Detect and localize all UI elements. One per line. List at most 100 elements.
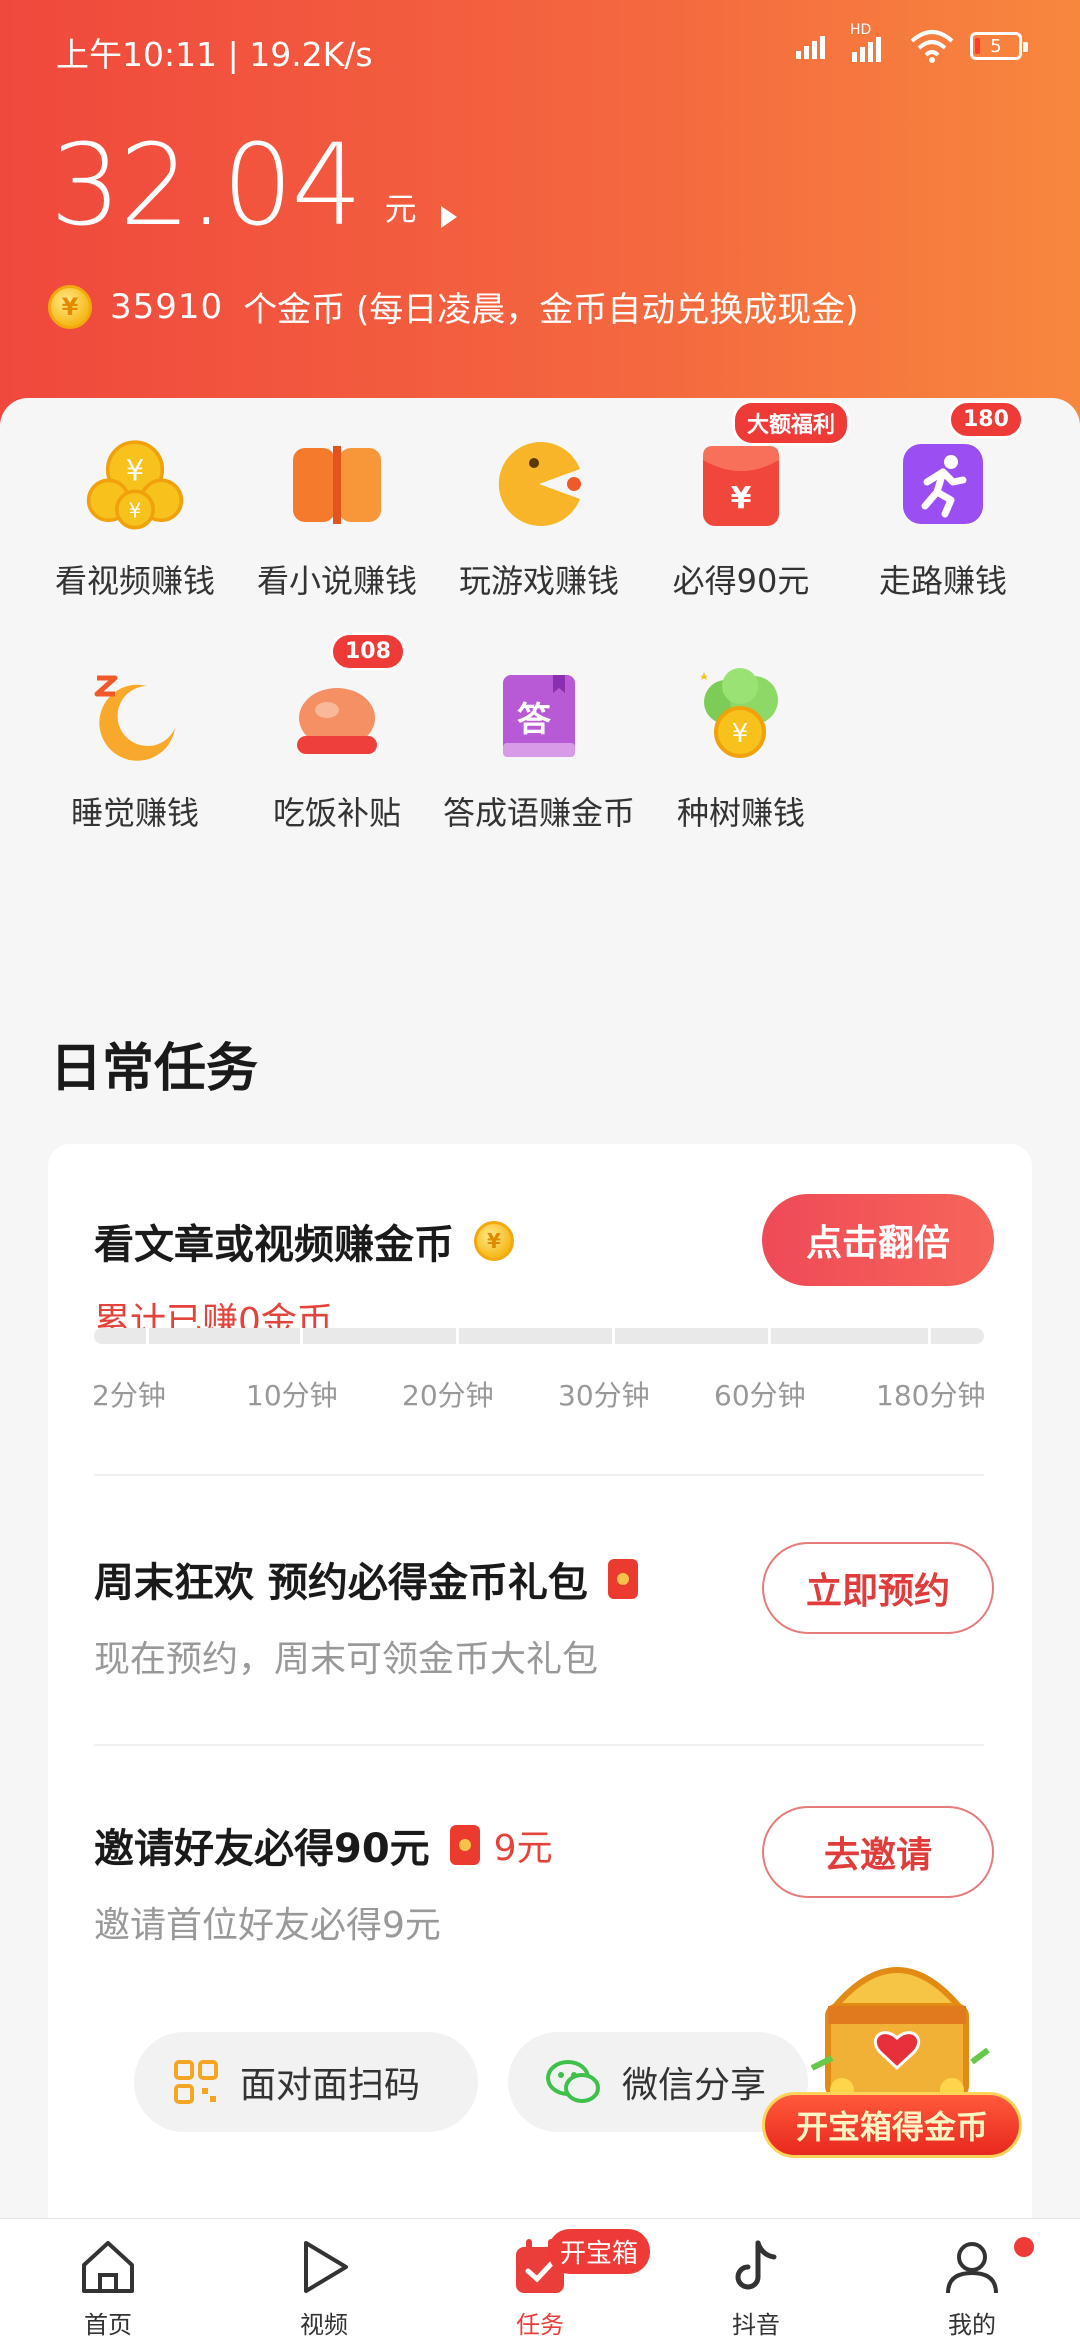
task-title-text: 周末狂欢 预约必得金币礼包 bbox=[94, 1560, 588, 1606]
grid-item-play-game[interactable]: 玩游戏赚钱 bbox=[434, 434, 644, 604]
battery-icon: 5 bbox=[970, 32, 1028, 60]
grid-label: 走路赚钱 bbox=[878, 562, 1007, 600]
grid-label: 睡觉赚钱 bbox=[70, 794, 199, 832]
chicken-icon bbox=[287, 666, 387, 766]
grid-item-idiom-quiz[interactable]: 答 答成语赚金币 bbox=[434, 666, 644, 836]
progress-tick bbox=[768, 1328, 771, 1344]
nav-task[interactable]: 开宝箱 任务 bbox=[432, 2219, 651, 2340]
status-bar: 上午10:11 | 19.2K/s HD 5 bbox=[0, 0, 1080, 96]
quiz-char: 答 bbox=[517, 700, 551, 740]
progress-label: 180分钟 bbox=[876, 1379, 986, 1412]
progress-tick bbox=[928, 1328, 931, 1344]
divider bbox=[94, 1744, 984, 1746]
grid-item-guaranteed-90[interactable]: ¥ 大额福利 必得90元 bbox=[636, 400, 851, 604]
nav-label: 首页 bbox=[84, 2311, 132, 2339]
tiktok-icon bbox=[735, 2240, 777, 2290]
wifi-icon bbox=[910, 30, 954, 63]
progress-label: 20分钟 bbox=[402, 1379, 494, 1412]
red-envelope-icon: ¥ bbox=[691, 434, 791, 534]
chevron-right-icon bbox=[440, 206, 457, 228]
grid-item-read-novel[interactable]: 看小说赚钱 bbox=[232, 434, 442, 604]
progress-labels: 2分钟 10分钟 20分钟 30分钟 60分钟 180分钟 bbox=[92, 1374, 992, 1414]
grid-badge: 180 bbox=[948, 400, 1024, 439]
share-label: 微信分享 bbox=[622, 2065, 767, 2106]
treasure-chest-icon bbox=[810, 1967, 990, 2102]
nav-video[interactable]: 视频 bbox=[216, 2219, 432, 2340]
invite-bonus: 9元 bbox=[493, 1828, 553, 1869]
moon-icon bbox=[85, 666, 185, 766]
red-envelope-icon bbox=[607, 1559, 638, 1599]
grid-label: 种树赚钱 bbox=[676, 794, 805, 832]
bottom-nav: 首页 视频 开宝箱 任务 抖音 我的 bbox=[0, 2218, 1080, 2340]
section-title: 日常任务 bbox=[50, 1039, 259, 1099]
progress-label: 10分钟 bbox=[246, 1379, 338, 1412]
cash-balance[interactable]: 32.04 元 bbox=[50, 130, 457, 242]
status-time: 上午10:11 | 19.2K/s bbox=[56, 35, 373, 74]
grid-item-watch-video[interactable]: ¥ ¥ 看视频赚钱 bbox=[30, 434, 240, 604]
balance-amount: 32.04 bbox=[50, 121, 363, 251]
nav-label: 抖音 bbox=[732, 2311, 780, 2339]
nav-profile[interactable]: 我的 bbox=[864, 2219, 1080, 2340]
progress-label: 30分钟 bbox=[558, 1379, 650, 1412]
running-icon bbox=[893, 434, 993, 534]
coin-summary: ¥ 35910 个金币 (每日凌晨，金币自动兑换成现金) bbox=[48, 282, 859, 331]
quiz-book-icon: 答 bbox=[489, 666, 589, 766]
signal-icon bbox=[796, 36, 825, 59]
progress-label: 60分钟 bbox=[714, 1379, 806, 1412]
grid-item-plant-tree[interactable]: ¥ 种树赚钱 bbox=[636, 666, 846, 836]
grid-badge: 大额福利 bbox=[732, 400, 851, 446]
watch-progress-bar bbox=[94, 1328, 984, 1344]
wechat-icon bbox=[546, 2060, 600, 2103]
grid-label: 必得90元 bbox=[672, 562, 810, 600]
invite-button[interactable]: 去邀请 bbox=[762, 1806, 994, 1898]
qr-code-icon bbox=[174, 2060, 218, 2104]
grid-label: 玩游戏赚钱 bbox=[458, 562, 619, 600]
progress-tick bbox=[300, 1328, 303, 1344]
progress-label: 2分钟 bbox=[92, 1379, 166, 1412]
nav-label: 任务 bbox=[516, 2311, 564, 2339]
task-invite-friends: 邀请好友必得90元 9元 邀请首位好友必得9元 去邀请 bbox=[94, 1806, 994, 1946]
progress-tick bbox=[456, 1328, 459, 1344]
nav-label: 我的 bbox=[948, 2311, 996, 2339]
share-label: 面对面扫码 bbox=[240, 2065, 421, 2106]
treasure-chest-button[interactable]: 开宝箱得金币 bbox=[762, 1940, 1062, 2180]
grid-item-meal-subsidy[interactable]: 108 吃饭补贴 bbox=[232, 632, 442, 836]
grid-item-walk[interactable]: 180 走路赚钱 bbox=[838, 400, 1048, 604]
svg-text:¥: ¥ bbox=[126, 453, 145, 487]
coin-stack-icon: ¥ ¥ bbox=[85, 434, 185, 534]
coin-note: 个金币 (每日凌晨，金币自动兑换成现金) bbox=[243, 290, 859, 330]
signal-hd-icon: HD bbox=[848, 22, 894, 64]
nav-home[interactable]: 首页 bbox=[0, 2219, 216, 2340]
divider bbox=[94, 1474, 984, 1476]
treasure-label: 开宝箱得金币 bbox=[762, 2092, 1022, 2158]
task-title-text: 看文章或视频赚金币 bbox=[94, 1222, 454, 1268]
svg-text:¥: ¥ bbox=[731, 481, 752, 516]
book-icon bbox=[287, 434, 387, 534]
double-reward-button[interactable]: 点击翻倍 bbox=[762, 1194, 994, 1286]
coin-count: 35910 bbox=[110, 286, 224, 327]
profile-icon bbox=[946, 2242, 998, 2294]
battery-level: 5 bbox=[990, 35, 1002, 57]
progress-tick bbox=[612, 1328, 615, 1344]
reserve-now-button[interactable]: 立即预约 bbox=[762, 1542, 994, 1634]
gold-coin-icon: ¥ bbox=[474, 1221, 514, 1261]
task-title-text: 邀请好友必得90元 bbox=[94, 1826, 430, 1872]
notification-dot bbox=[1014, 2237, 1034, 2257]
task-subtitle: 现在预约，周末可领金币大礼包 bbox=[94, 1639, 599, 1680]
pacman-icon bbox=[489, 434, 589, 534]
grid-label: 答成语赚金币 bbox=[442, 794, 635, 832]
gold-coin-icon: ¥ bbox=[48, 284, 92, 329]
nav-douyin[interactable]: 抖音 bbox=[648, 2219, 864, 2340]
play-icon bbox=[304, 2241, 348, 2293]
nav-badge: 开宝箱 bbox=[548, 2229, 651, 2274]
grid-item-sleep[interactable]: 睡觉赚钱 bbox=[30, 666, 240, 836]
task-weekend-reservation: 周末狂欢 预约必得金币礼包 现在预约，周末可领金币大礼包 立即预约 bbox=[94, 1542, 994, 1680]
red-envelope-icon bbox=[449, 1825, 480, 1865]
balance-unit: 元 bbox=[384, 190, 417, 228]
task-watch-content: 看文章或视频赚金币 ¥ 累计已赚0金币 点击翻倍 bbox=[94, 1194, 994, 1342]
face-to-face-scan-button[interactable]: 面对面扫码 bbox=[134, 2032, 478, 2132]
progress-tick bbox=[146, 1328, 149, 1344]
svg-text:¥: ¥ bbox=[732, 719, 749, 749]
network-type: HD bbox=[850, 22, 872, 38]
grid-label: 吃饭补贴 bbox=[272, 794, 401, 832]
